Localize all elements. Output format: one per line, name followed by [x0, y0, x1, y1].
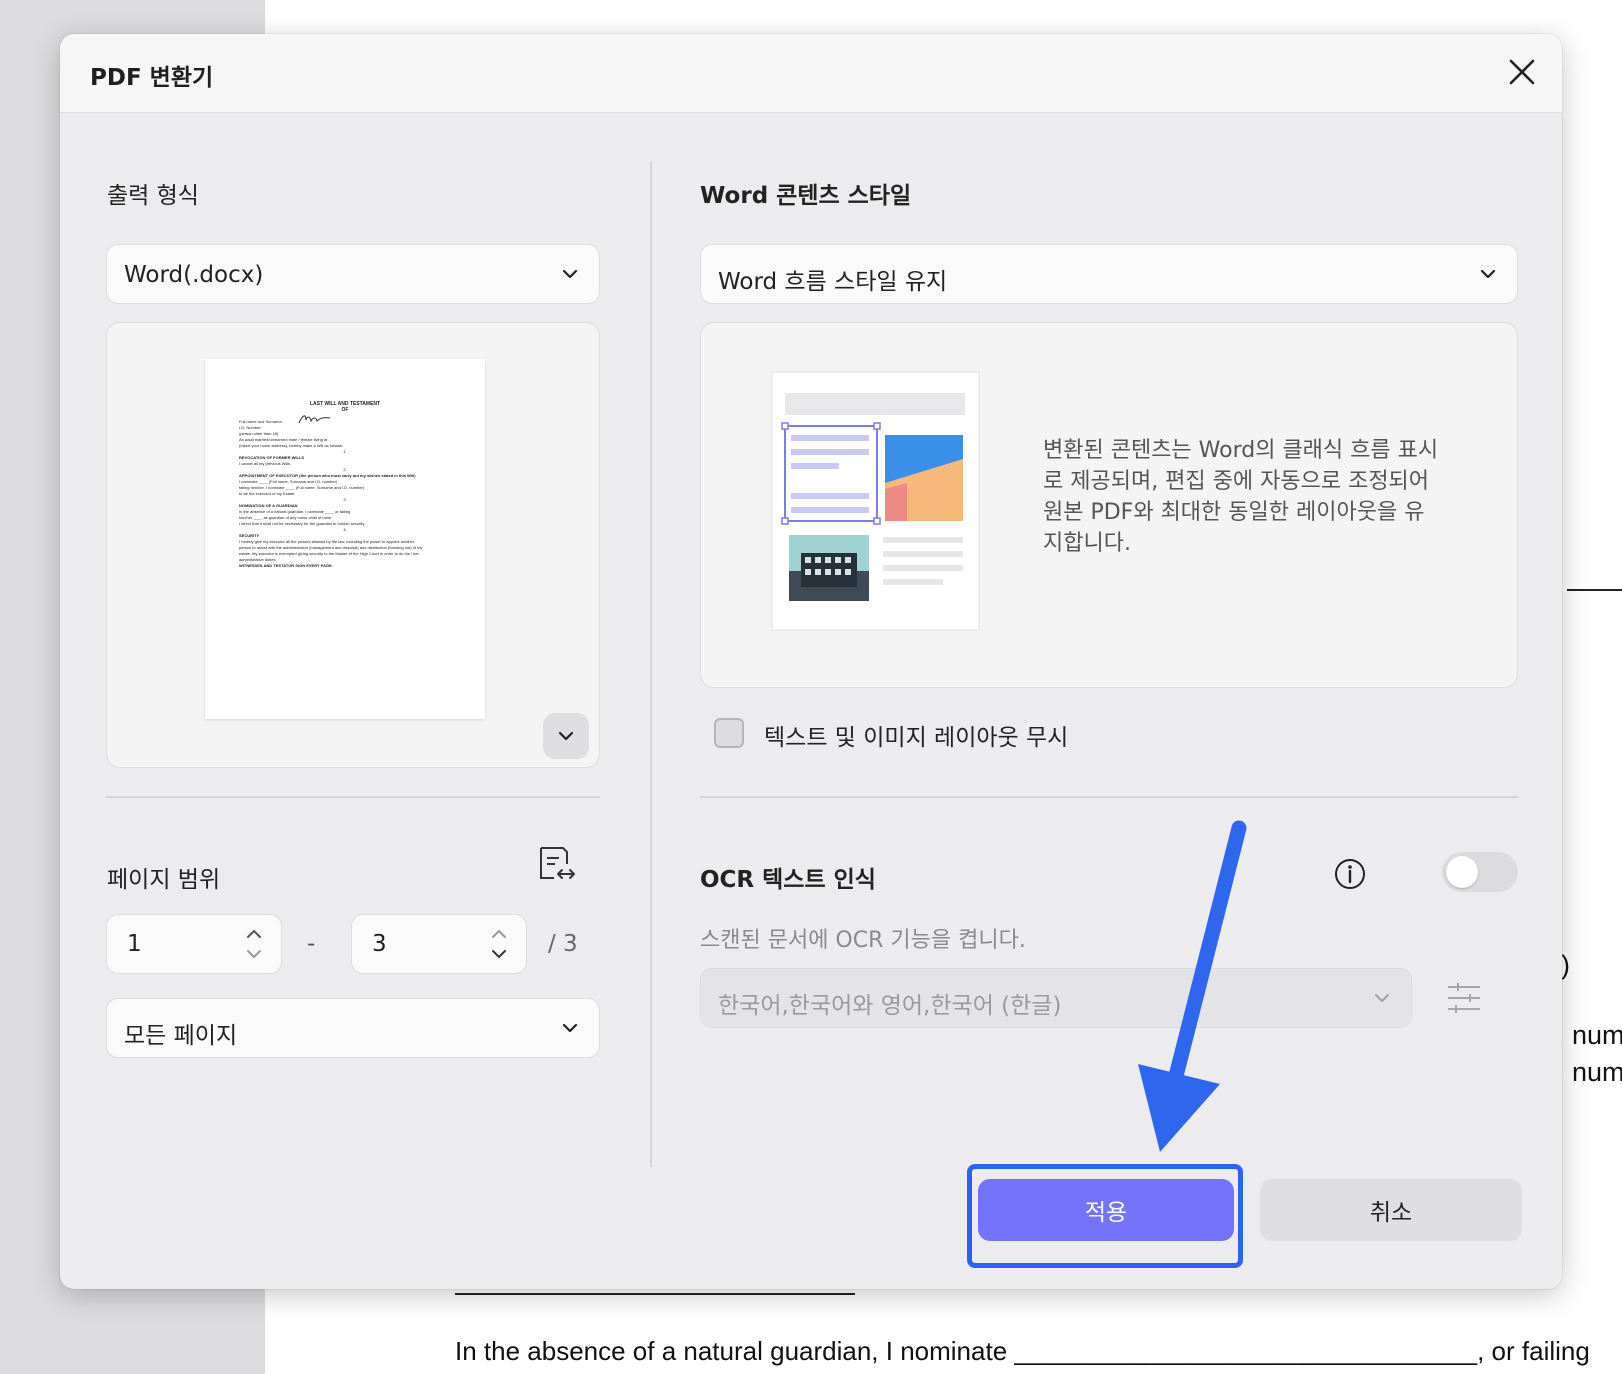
annotation-arrow-icon: [1138, 820, 1247, 1152]
doc-underline: [1567, 589, 1622, 591]
chevron-down-icon: [558, 731, 574, 741]
doc-underline: [455, 1293, 855, 1295]
output-format-select[interactable]: Word(.docx): [106, 244, 600, 304]
page-range-swap-button[interactable]: [534, 842, 578, 886]
page-range-label: 페이지 범위: [107, 867, 221, 893]
chevron-down-icon: [562, 1023, 578, 1033]
dialog-titlebar: PDF 변환기: [60, 34, 1562, 113]
apply-button[interactable]: 적용: [978, 1179, 1234, 1241]
info-icon: [1335, 859, 1365, 889]
content-style-select[interactable]: Word 흐름 스타일 유지: [700, 244, 1518, 304]
ocr-settings-button[interactable]: [1444, 978, 1484, 1018]
doc-text-fragment: . num: [1557, 1057, 1622, 1087]
page-subset-select[interactable]: 모든 페이지: [106, 998, 600, 1058]
page-subset-value: 모든 페이지: [124, 1023, 238, 1049]
thumb-doc-line: WITNESSES AND TESTATOR SIGN EVERY PAGE.: [239, 563, 333, 568]
page-swap-icon: [540, 847, 575, 879]
pdf-converter-dialog: PDF 변환기 출력 형식 Word(.docx) LAST WILL AND …: [60, 34, 1562, 1289]
column-divider: [650, 162, 652, 1167]
document-preview-panel: LAST WILL AND TESTAMENT OF Full name and…: [106, 322, 600, 768]
ocr-label: OCR 텍스트 인식: [700, 867, 876, 893]
output-format-value: Word(.docx): [124, 262, 264, 288]
ignore-layout-label: 텍스트 및 이미지 레이아웃 무시: [764, 725, 1069, 751]
up-down-arrows-icon[interactable]: [490, 925, 508, 963]
ocr-toggle[interactable]: [1442, 852, 1518, 892]
section-divider: [106, 796, 600, 798]
page-to-value: 3: [372, 931, 387, 957]
page-to-stepper[interactable]: 3: [351, 914, 527, 974]
content-style-preview-panel: 변환된 콘텐츠는 Word의 클래식 흐름 표시로 제공되며, 편집 중에 자동…: [700, 322, 1518, 688]
page-from-value: 1: [127, 931, 142, 957]
doc-text-line: In the absence of a natural guardian, I …: [455, 1336, 1590, 1366]
document-page-thumbnail: LAST WILL AND TESTAMENT OF Full name and…: [205, 359, 485, 719]
chevron-down-icon: [562, 269, 578, 279]
sliders-icon: [1448, 983, 1480, 1013]
page-total: / 3: [548, 931, 578, 957]
ocr-language-value: 한국어,한국어와 영어,한국어 (한글): [718, 993, 1062, 1019]
toggle-knob: [1446, 856, 1478, 888]
ignore-layout-checkbox[interactable]: [714, 718, 744, 748]
thumb-doc-body: Full name and Surname: I.D. Number: (perso…: [239, 419, 451, 569]
thumb-doc-of: OF: [341, 407, 349, 413]
output-format-label: 출력 형식: [107, 183, 199, 209]
ocr-hint: 스캔된 문서에 OCR 기능을 켭니다.: [700, 928, 1026, 953]
section-divider: [700, 796, 1518, 798]
content-style-description: 변환된 콘텐츠는 Word의 클래식 흐름 표시로 제공되며, 편집 중에 자동…: [1043, 438, 1439, 556]
dialog-title: PDF 변환기: [90, 65, 214, 91]
up-down-arrows-icon[interactable]: [245, 925, 263, 963]
doc-text-fragment: ): [1561, 950, 1570, 980]
close-icon: [1509, 59, 1535, 85]
doc-text-fragment: . num: [1557, 1020, 1622, 1050]
close-button[interactable]: [1502, 52, 1542, 92]
content-style-value: Word 흐름 스타일 유지: [718, 269, 948, 295]
chevron-down-icon: [1480, 269, 1496, 279]
ocr-language-select[interactable]: 한국어,한국어와 영어,한국어 (한글): [700, 968, 1412, 1028]
page-range-separator: -: [307, 931, 316, 957]
flow-layout-illustration: [771, 371, 980, 631]
expand-preview-button[interactable]: [543, 713, 589, 759]
chevron-down-icon: [1375, 994, 1389, 1002]
content-style-label: Word 콘텐츠 스타일: [700, 183, 912, 209]
cancel-button[interactable]: 취소: [1260, 1179, 1522, 1241]
page-from-stepper[interactable]: 1: [106, 914, 282, 974]
ocr-info-button[interactable]: [1332, 856, 1368, 892]
